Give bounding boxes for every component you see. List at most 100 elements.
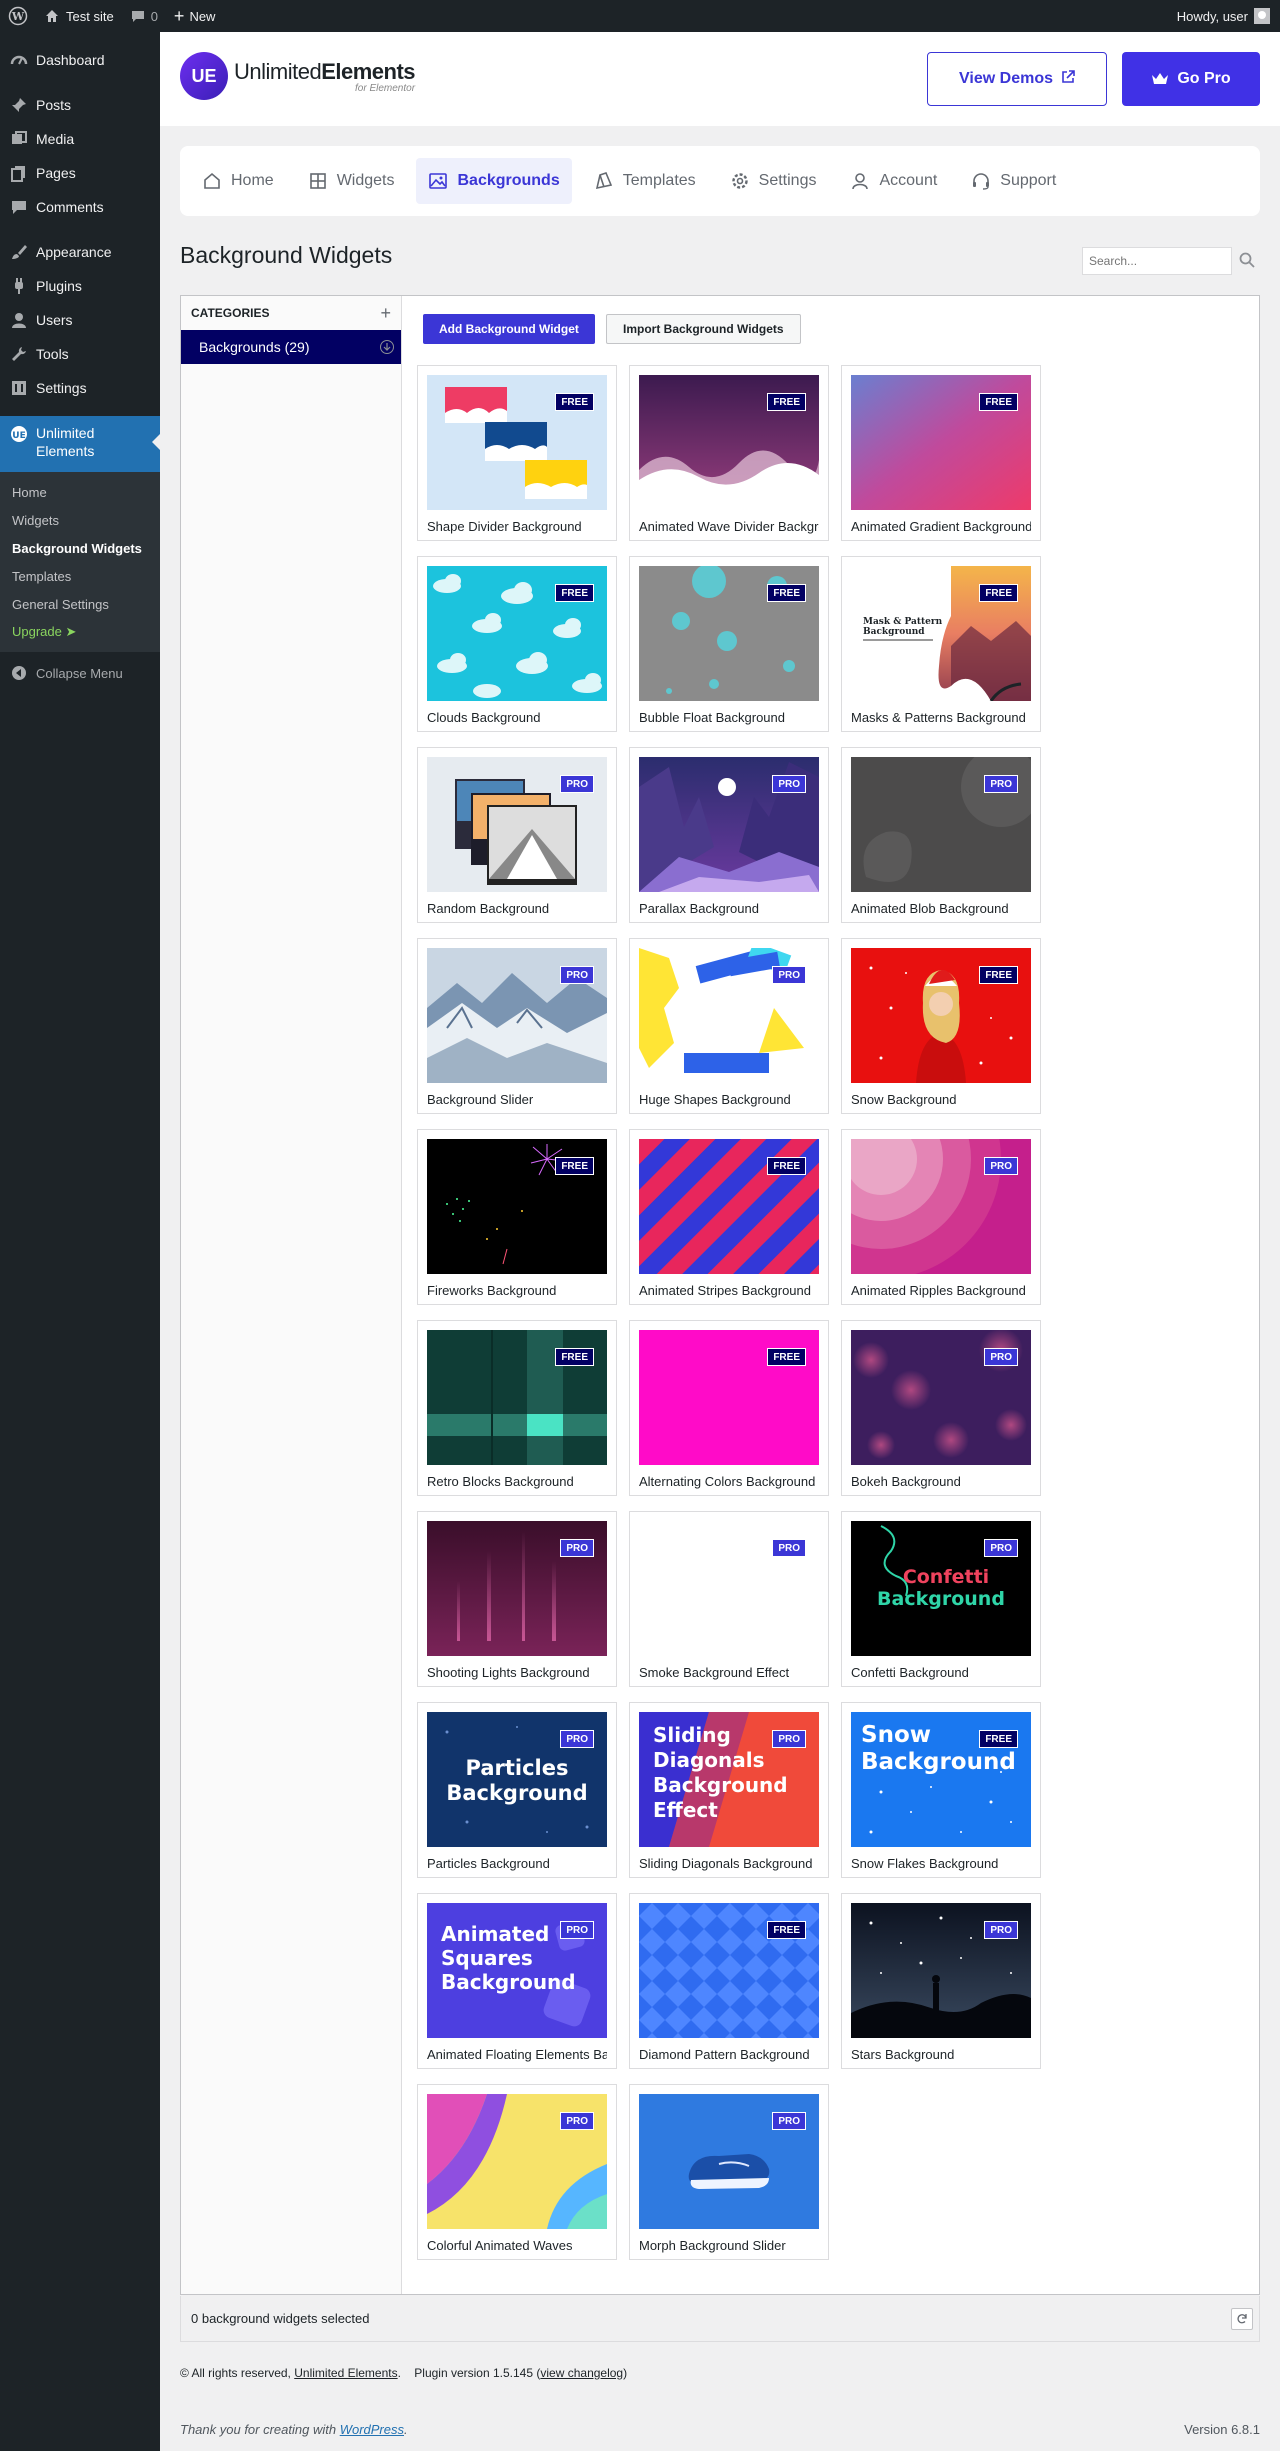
widget-title: Animated Gradient Background (851, 519, 1031, 534)
site-name-link[interactable]: Test site (36, 0, 122, 32)
add-background-widget-button[interactable]: Add Background Widget (423, 314, 595, 344)
widget-card[interactable]: PRO Smoke Background Effect (629, 1511, 829, 1687)
widget-card[interactable]: Particles Background PRO Particles Backgr… (417, 1702, 617, 1878)
svg-text:UE: UE (12, 431, 25, 441)
gear-icon (730, 171, 750, 191)
widget-card[interactable]: FREE Bubble Float Background (629, 556, 829, 732)
menu-posts[interactable]: Posts (0, 88, 160, 122)
widget-card[interactable]: Sliding Diagonals Background Effect PRO Sli… (629, 1702, 829, 1878)
tab-widgets[interactable]: Widgets (296, 158, 407, 204)
download-icon[interactable] (379, 339, 395, 355)
user-icon (9, 310, 29, 330)
widget-card[interactable]: FREE Fireworks Background (417, 1129, 617, 1305)
submenu-templates[interactable]: Templates (0, 562, 160, 590)
widget-card[interactable]: PRO Parallax Background (629, 747, 829, 923)
widget-title: Diamond Pattern Background (639, 2047, 810, 2062)
tab-templates[interactable]: Templates (582, 158, 708, 204)
tab-settings[interactable]: Settings (718, 158, 829, 204)
widget-card[interactable]: Mask & Pattern Background FREE Masks & Pa… (841, 556, 1041, 732)
wordpress-link[interactable]: WordPress (340, 2422, 404, 2437)
my-account[interactable]: Howdy, user (1177, 8, 1280, 24)
menu-users[interactable]: Users (0, 303, 160, 337)
howdy-text: Howdy, user (1176, 8, 1248, 24)
menu-media[interactable]: Media (0, 122, 160, 156)
comments-count: 0 (150, 8, 158, 24)
import-background-widgets-button[interactable]: Import Background Widgets (606, 314, 801, 344)
widget-title: Random Background (427, 901, 550, 916)
search-icon[interactable] (1238, 251, 1256, 269)
widget-card[interactable]: FREE Animated Wave Divider Background (629, 365, 829, 541)
widget-card[interactable]: PRO Animated Ripples Background (841, 1129, 1041, 1305)
search-input[interactable] (1082, 247, 1232, 275)
add-category-button[interactable]: + (380, 303, 391, 324)
menu-unlimited-elements[interactable]: UE Unlimited Elements (0, 416, 160, 472)
widget-card[interactable]: PRO Stars Background (841, 1893, 1041, 2069)
widget-card[interactable]: PRO Bokeh Background (841, 1320, 1041, 1496)
categories-header: CATEGORIES + (181, 296, 401, 330)
widget-title: Confetti Background (851, 1665, 969, 1680)
menu-label: Dashboard (36, 52, 105, 68)
refresh-button[interactable] (1231, 2308, 1253, 2330)
view-changelog-link[interactable]: view changelog (540, 2366, 623, 2380)
comments-link[interactable]: 0 (122, 0, 166, 32)
widget-card[interactable]: PRO Animated Blob Background (841, 747, 1041, 923)
badge: FREE (979, 393, 1018, 411)
widget-card[interactable]: FREE Snow Background (841, 938, 1041, 1114)
tab-support[interactable]: Support (959, 158, 1068, 204)
widget-thumbnail: FREE (427, 566, 607, 701)
widget-card[interactable]: FREE Alternating Colors Background (629, 1320, 829, 1496)
category-backgrounds[interactable]: Backgrounds (29) (181, 330, 401, 364)
submenu-background-widgets[interactable]: Background Widgets (0, 534, 160, 562)
tab-backgrounds[interactable]: Backgrounds (416, 158, 572, 204)
badge: PRO (560, 1730, 594, 1748)
menu-dashboard[interactable]: Dashboard (0, 43, 160, 77)
widget-card[interactable]: Animated Squares Background PRO Animated F… (417, 1893, 617, 2069)
svg-text:Background: Background (863, 627, 925, 637)
widget-card[interactable]: PRO Shooting Lights Background (417, 1511, 617, 1687)
collapse-menu-button[interactable]: Collapse Menu (0, 656, 160, 690)
widget-title: Clouds Background (427, 710, 541, 725)
widget-card[interactable]: FREE Diamond Pattern Background (629, 1893, 829, 2069)
submenu-general-settings[interactable]: General Settings (0, 590, 160, 618)
submenu-home[interactable]: Home (0, 478, 160, 506)
thumb-text: Sliding (653, 1723, 731, 1747)
submenu-widgets[interactable]: Widgets (0, 506, 160, 534)
menu-comments[interactable]: Comments (0, 190, 160, 224)
wordpress-logo-icon[interactable]: W (0, 0, 36, 32)
thumb-text: Background (861, 1749, 1016, 1775)
widget-card[interactable]: PRO Morph Background Slider (629, 2084, 829, 2260)
widget-card[interactable]: PRO Colorful Animated Waves (417, 2084, 617, 2260)
view-demos-button[interactable]: View Demos (927, 52, 1107, 106)
widget-card[interactable]: PRO Huge Shapes Background (629, 938, 829, 1114)
menu-pages[interactable]: Pages (0, 156, 160, 190)
menu-plugins[interactable]: Plugins (0, 269, 160, 303)
widget-card[interactable]: FREE Animated Stripes Background (629, 1129, 829, 1305)
tab-home[interactable]: Home (190, 158, 286, 204)
widget-title: Animated Ripples Background (851, 1283, 1026, 1298)
widget-card[interactable]: PRO Background Slider (417, 938, 617, 1114)
widget-card[interactable]: FREE Shape Divider Background (417, 365, 617, 541)
submenu-upgrade[interactable]: Upgrade ➤ (0, 618, 160, 646)
unlimited-elements-link[interactable]: Unlimited Elements (294, 2366, 397, 2380)
menu-settings[interactable]: Settings (0, 371, 160, 405)
tab-account[interactable]: Account (838, 158, 949, 204)
widget-card[interactable]: PRO Random Background (417, 747, 617, 923)
widget-thumbnail: PRO (639, 948, 819, 1083)
go-pro-button[interactable]: Go Pro (1122, 52, 1260, 106)
widget-card[interactable]: FREE Clouds Background (417, 556, 617, 732)
category-label: Backgrounds (29) (199, 339, 310, 355)
status-bar: 0 background widgets selected (180, 2296, 1260, 2342)
widget-card[interactable]: FREE Retro Blocks Background (417, 1320, 617, 1496)
widget-title: Background Slider (427, 1092, 534, 1107)
menu-appearance[interactable]: Appearance (0, 235, 160, 269)
new-content-link[interactable]: + New (166, 0, 224, 32)
menu-tools[interactable]: Tools (0, 337, 160, 371)
widget-thumbnail: Animated Squares Background PRO (427, 1903, 607, 2038)
admin-bar: W Test site 0 + New Howdy, user (0, 0, 1280, 32)
go-pro-label: Go Pro (1177, 70, 1231, 87)
widget-card[interactable]: Confetti Background PRO Confetti Backgrou… (841, 1511, 1041, 1687)
widget-card[interactable]: Snow Background FREE Snow Flakes Backgrou… (841, 1702, 1041, 1878)
widget-title: Parallax Background (639, 901, 759, 916)
widget-card[interactable]: FREE Animated Gradient Background (841, 365, 1041, 541)
page-title: Background Widgets (180, 242, 393, 268)
